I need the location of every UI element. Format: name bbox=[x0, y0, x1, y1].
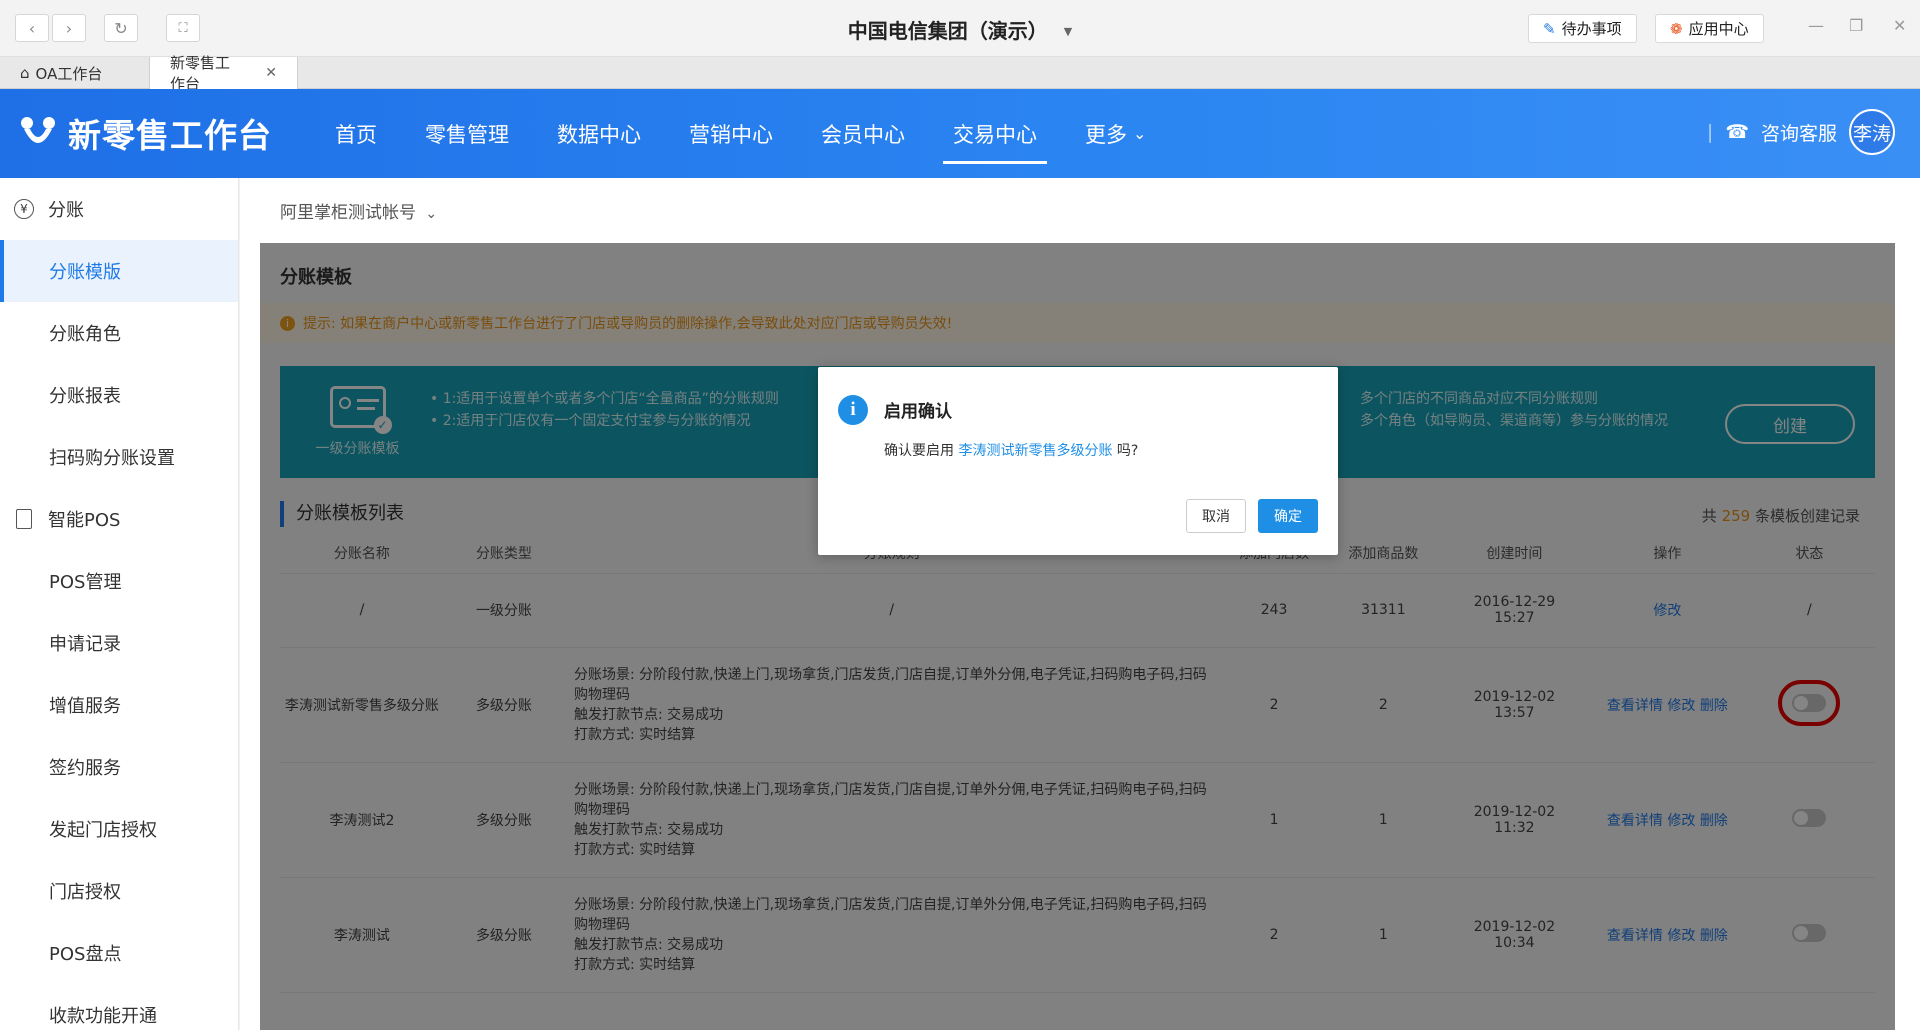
brand-name: 新零售工作台 bbox=[68, 116, 272, 155]
tab-oa[interactable]: ⌂ OA工作台 bbox=[0, 57, 150, 89]
app-center-label: 应用中心 bbox=[1688, 20, 1749, 38]
app-header: 新零售工作台 首页 零售管理 数据中心 营销中心 会员中心 交易中心 更多 ⌄ |… bbox=[0, 89, 1920, 178]
window-title-text: 中国电信集团（演示） bbox=[847, 19, 1048, 43]
sidebar-group-split[interactable]: ¥ 分账 bbox=[0, 178, 238, 240]
yen-icon: ¥ bbox=[14, 199, 34, 219]
sidebar-item-payment-open[interactable]: 收款功能开通 bbox=[0, 984, 238, 1030]
nav-home[interactable]: 首页 bbox=[335, 89, 377, 178]
chevron-down-icon: ⌄ bbox=[425, 206, 438, 222]
account-selector[interactable]: 阿里掌柜测试帐号 ⌄ bbox=[280, 198, 437, 223]
header-right: | ☎ 咨询客服 李涛 bbox=[1707, 109, 1895, 155]
dialog-title: 启用确认 bbox=[884, 402, 952, 422]
sidebar-group-split-label: 分账 bbox=[48, 200, 84, 221]
nav-home-label: 首页 bbox=[335, 122, 377, 147]
sidebar-item-pos-inventory[interactable]: POS盘点 bbox=[0, 922, 238, 984]
app-center-button[interactable]: ❁ 应用中心 bbox=[1655, 14, 1764, 43]
account-name: 阿里掌柜测试帐号 bbox=[280, 203, 416, 223]
dialog-message-suffix: 吗? bbox=[1116, 443, 1139, 459]
pos-icon bbox=[16, 509, 32, 529]
avatar[interactable]: 李涛 bbox=[1849, 109, 1895, 155]
todo-label: 待办事项 bbox=[1561, 20, 1622, 38]
sidebar-item-vas[interactable]: 增值服务 bbox=[0, 674, 238, 736]
sidebar-item-label: 申请记录 bbox=[49, 634, 121, 655]
dialog-message: 确认要启用 李涛测试新零售多级分账 吗? bbox=[884, 440, 1138, 460]
sidebar-item-label: 增值服务 bbox=[49, 696, 121, 717]
sidebar-item-label: 分账报表 bbox=[49, 386, 121, 407]
sidebar-item-label: 签约服务 bbox=[49, 758, 121, 779]
sidebar-group-pos[interactable]: 智能POS bbox=[0, 488, 238, 550]
sidebar-item-split-template[interactable]: 分账模版 bbox=[0, 240, 238, 302]
nav-trade[interactable]: 交易中心 bbox=[943, 89, 1047, 178]
sidebar-item-init-auth[interactable]: 发起门店授权 bbox=[0, 798, 238, 860]
confirm-dialog: i 启用确认 确认要启用 李涛测试新零售多级分账 吗? 取消 确定 bbox=[818, 367, 1338, 555]
sidebar-item-label: 发起门店授权 bbox=[49, 820, 157, 841]
sidebar-item-split-role[interactable]: 分账角色 bbox=[0, 302, 238, 364]
dialog-template-name: 李涛测试新零售多级分账 bbox=[958, 443, 1113, 459]
sidebar-item-scan-split[interactable]: 扫码购分账设置 bbox=[0, 426, 238, 488]
sidebar-item-label: 收款功能开通 bbox=[49, 1006, 157, 1027]
brand-logo[interactable]: 新零售工作台 bbox=[18, 109, 272, 157]
nav-member[interactable]: 会员中心 bbox=[821, 89, 905, 178]
nav-data[interactable]: 数据中心 bbox=[557, 89, 641, 178]
avatar-name: 李涛 bbox=[1852, 122, 1891, 145]
nav-marketing[interactable]: 营销中心 bbox=[689, 89, 773, 178]
sidebar-item-apply-record[interactable]: 申请记录 bbox=[0, 612, 238, 674]
sidebar-item-label: 门店授权 bbox=[49, 882, 121, 903]
restore-icon[interactable]: ❐ bbox=[1849, 16, 1863, 35]
app-center-icon: ❁ bbox=[1670, 19, 1683, 38]
close-tab-icon[interactable]: ✕ bbox=[265, 65, 277, 81]
sidebar-item-split-report[interactable]: 分账报表 bbox=[0, 364, 238, 426]
main-nav: 首页 零售管理 数据中心 营销中心 会员中心 交易中心 更多 ⌄ bbox=[335, 89, 1194, 178]
nav-retail-label: 零售管理 bbox=[425, 122, 509, 147]
cancel-button[interactable]: 取消 bbox=[1186, 499, 1246, 533]
info-icon: i bbox=[838, 395, 868, 425]
todo-button[interactable]: ✎ 待办事项 bbox=[1528, 14, 1637, 43]
tab-new-retail[interactable]: 新零售工作台 ✕ bbox=[150, 54, 298, 93]
sidebar-item-sign[interactable]: 签约服务 bbox=[0, 736, 238, 798]
todo-icon: ✎ bbox=[1543, 19, 1556, 38]
close-window-icon[interactable]: ✕ bbox=[1893, 16, 1906, 35]
nav-marketing-label: 营销中心 bbox=[689, 122, 773, 147]
service-link[interactable]: 咨询客服 bbox=[1761, 119, 1837, 146]
nav-member-label: 会员中心 bbox=[821, 122, 905, 147]
sidebar-group-pos-label: 智能POS bbox=[48, 510, 121, 531]
caret-down-icon: ▼ bbox=[1063, 25, 1073, 38]
sidebar-item-label: 扫码购分账设置 bbox=[49, 448, 175, 469]
confirm-button[interactable]: 确定 bbox=[1258, 499, 1318, 533]
divider: | bbox=[1706, 121, 1714, 143]
minimize-icon[interactable]: — bbox=[1808, 16, 1824, 35]
nav-data-label: 数据中心 bbox=[557, 122, 641, 147]
sidebar: ¥ 分账 分账模版 分账角色 分账报表 扫码购分账设置 智能POS POS管理 … bbox=[0, 178, 239, 1030]
sidebar-item-label: POS盘点 bbox=[49, 944, 122, 965]
tab-new-retail-label: 新零售工作台 bbox=[170, 54, 231, 93]
browser-tabs: ⌂ OA工作台 新零售工作台 ✕ bbox=[0, 54, 1920, 93]
dialog-buttons: 取消 确定 bbox=[1186, 499, 1318, 533]
chevron-down-icon: ⌄ bbox=[1133, 124, 1147, 143]
sidebar-item-label: 分账模版 bbox=[49, 262, 121, 283]
sidebar-item-label: 分账角色 bbox=[49, 324, 121, 345]
modal-mask bbox=[260, 243, 1895, 1030]
nav-more[interactable]: 更多 ⌄ bbox=[1085, 89, 1146, 178]
nav-more-label: 更多 bbox=[1085, 122, 1127, 147]
nav-retail[interactable]: 零售管理 bbox=[425, 89, 509, 178]
sidebar-item-pos-manage[interactable]: POS管理 bbox=[0, 550, 238, 612]
window-titlebar: ‹ › ↻ ⛶ 中国电信集团（演示） ▼ ✎ 待办事项 ❁ 应用中心 — ❐ ✕ bbox=[0, 0, 1920, 57]
sidebar-item-store-auth[interactable]: 门店授权 bbox=[0, 860, 238, 922]
headset-icon: ☎ bbox=[1725, 121, 1749, 143]
home-icon: ⌂ bbox=[20, 64, 30, 82]
brand-mark-icon bbox=[21, 117, 55, 143]
sidebar-item-label: POS管理 bbox=[49, 572, 122, 593]
nav-trade-label: 交易中心 bbox=[953, 122, 1037, 147]
tab-oa-label: OA工作台 bbox=[35, 64, 103, 83]
dialog-message-prefix: 确认要启用 bbox=[884, 443, 954, 459]
